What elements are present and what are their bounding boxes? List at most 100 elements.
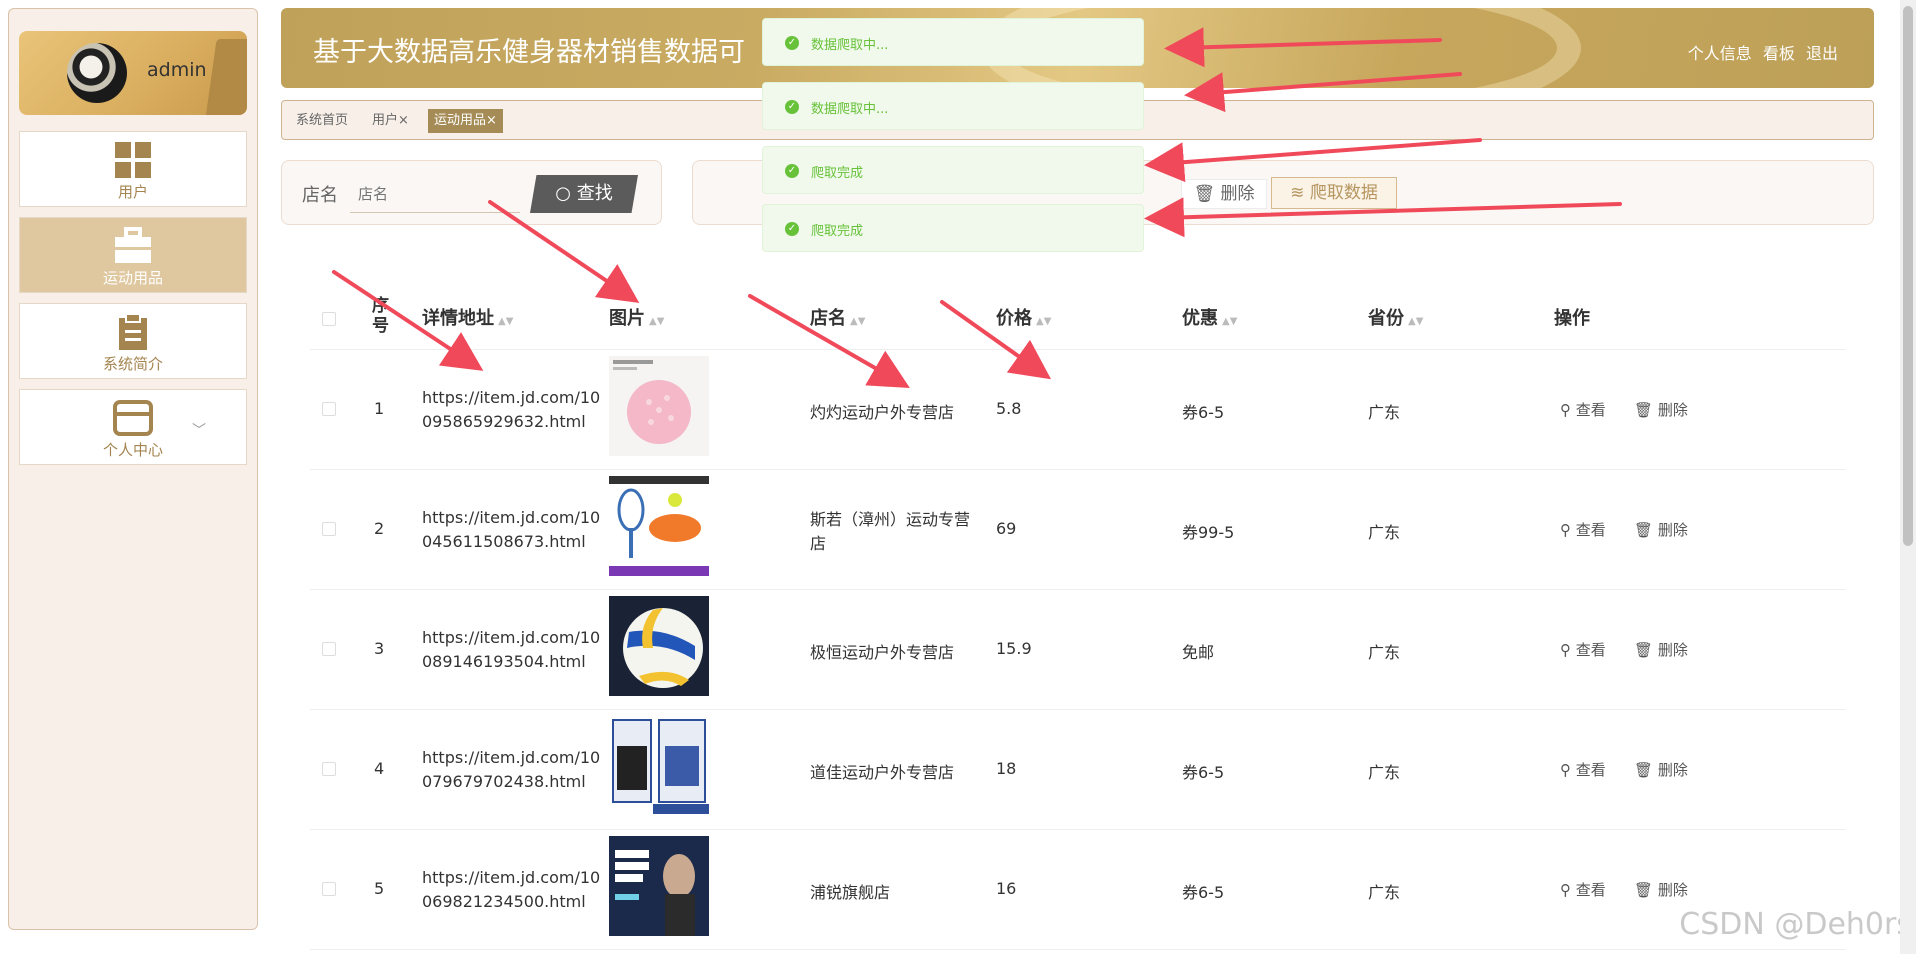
sort-icon[interactable]: ▲▼ [1222,316,1237,327]
toast-message: 爬取完成 [811,166,864,181]
dashboard-link[interactable]: 看板 [1763,44,1795,63]
sidebar: admin 用户 运动用品 系统简介 ﹀ 个人中心 [8,8,258,930]
header-ops: 操作 [1554,308,1590,329]
row-checkbox[interactable] [322,402,336,416]
cell-index: 2 [374,519,385,538]
table-row: 2 https://item.jd.com/10045611508673.htm… [310,470,1845,590]
header-discount[interactable]: 优惠 ▲▼ [1182,304,1237,330]
tab-home[interactable]: 系统首页 [290,109,354,133]
table-row: 3 https://item.jd.com/10089146193504.htm… [310,590,1845,710]
sort-icon[interactable]: ▲▼ [1036,316,1051,327]
header-url[interactable]: 详情地址 ▲▼ [422,304,513,330]
tab-users[interactable]: 用户× [366,109,415,133]
user-card: admin [19,31,247,115]
toast-message: 数据爬取中... [811,102,889,117]
row-checkbox[interactable] [322,642,336,656]
cell-url: https://item.jd.com/10079679702438.html [422,748,601,791]
sidebar-item-sports-goods[interactable]: 运动用品 [19,217,247,293]
header-province-label: 省份 [1368,308,1404,329]
header-price[interactable]: 价格 ▲▼ [996,304,1051,330]
search-icon: ⚲ [1560,881,1571,899]
cell-index: 5 [374,879,385,898]
cell-discount: 券6-5 [1182,403,1225,422]
sidebar-item-label: 个人中心 [102,441,163,459]
view-label: 查看 [1575,761,1606,779]
delete-button[interactable]: 🗑 删除 [1634,519,1688,540]
select-all-checkbox[interactable] [322,312,336,326]
cell-discount: 券99-5 [1182,523,1235,542]
batch-delete-button[interactable]: 🗑 删除 [1181,179,1267,209]
view-button[interactable]: ⚲ 查看 [1560,759,1606,780]
row-checkbox[interactable] [322,762,336,776]
cell-province: 广东 [1368,643,1401,662]
sidebar-item-personal-center[interactable]: ﹀ 个人中心 [19,389,247,465]
header-shop-label: 店名 [810,308,846,329]
view-button[interactable]: ⚲ 查看 [1560,639,1606,660]
delete-button[interactable]: 🗑 删除 [1634,399,1688,420]
cell-province: 广东 [1368,403,1401,422]
row-checkbox[interactable] [322,522,336,536]
card-fold-decoration [205,39,247,115]
sort-icon[interactable]: ▲▼ [498,316,513,327]
header-pic[interactable]: 图片 ▲▼ [609,304,664,330]
product-image-tennis-trainer [609,476,709,576]
cell-price: 69 [996,519,1017,538]
table-row: 5 https://item.jd.com/10069821234500.htm… [310,830,1845,950]
cell-discount: 券6-5 [1182,763,1225,782]
row-checkbox[interactable] [322,882,336,896]
view-button[interactable]: ⚲ 查看 [1560,399,1606,420]
search-button[interactable]: ○ 查找 [530,175,638,213]
grid-icon [115,142,151,178]
clipboard-icon [119,313,147,350]
check-circle-icon: ✓ [785,222,799,236]
sidebar-item-system-intro[interactable]: 系统简介 [19,303,247,379]
delete-button[interactable]: 🗑 删除 [1634,759,1688,780]
avatar[interactable] [67,43,127,103]
check-circle-icon: ✓ [785,36,799,50]
trash-icon: 🗑 [1634,881,1654,899]
header-province[interactable]: 省份 ▲▼ [1368,304,1423,330]
shop-search-input[interactable] [350,177,520,213]
cell-price: 16 [996,879,1017,898]
product-image-grommets-pack [609,716,709,816]
briefcase-icon [115,227,151,263]
database-icon: ≋ [1290,183,1305,203]
delete-label: 删除 [1657,761,1688,779]
logout-link[interactable]: 退出 [1806,44,1838,63]
cell-shop: 道佳运动户外专营店 [810,763,955,782]
scrollbar-thumb[interactable] [1903,6,1913,546]
product-image-massage-ball [609,356,709,456]
sort-icon[interactable]: ▲▼ [649,316,664,327]
sidebar-item-label: 用户 [117,183,148,201]
header-pic-label: 图片 [609,308,645,329]
trash-icon: 🗑 [1634,761,1654,779]
sort-icon[interactable]: ▲▼ [1408,316,1423,327]
crawl-data-button[interactable]: ≋ 爬取数据 [1271,177,1397,209]
chevron-down-icon[interactable]: ﹀ [192,420,206,440]
sidebar-item-users[interactable]: 用户 [19,131,247,207]
cell-index: 3 [374,639,385,658]
batch-delete-label: 删除 [1220,184,1255,204]
sort-icon[interactable]: ▲▼ [850,316,865,327]
trash-icon: 🗑 [1634,401,1654,419]
trash-icon: 🗑 [1193,184,1216,204]
cell-shop: 斯若（漳州）运动专营店 [810,510,971,553]
view-button[interactable]: ⚲ 查看 [1560,879,1606,900]
product-image-sport-towel [609,836,709,936]
sidebar-item-label: 系统简介 [102,355,163,373]
check-circle-icon: ✓ [785,100,799,114]
tab-sports-goods[interactable]: 运动用品× [428,109,503,133]
delete-button[interactable]: 🗑 删除 [1634,879,1688,900]
cell-shop: 极恒运动户外专营店 [810,643,955,662]
delete-button[interactable]: 🗑 删除 [1634,639,1688,660]
search-icon: ⚲ [1560,641,1571,659]
cell-index: 1 [374,399,385,418]
cell-province: 广东 [1368,763,1401,782]
vertical-scrollbar[interactable] [1900,0,1916,954]
view-button[interactable]: ⚲ 查看 [1560,519,1606,540]
view-label: 查看 [1575,641,1606,659]
personal-info-link[interactable]: 个人信息 [1688,44,1752,63]
search-icon: ⚲ [1560,521,1571,539]
delete-label: 删除 [1657,881,1688,899]
header-shop[interactable]: 店名 ▲▼ [810,304,865,330]
